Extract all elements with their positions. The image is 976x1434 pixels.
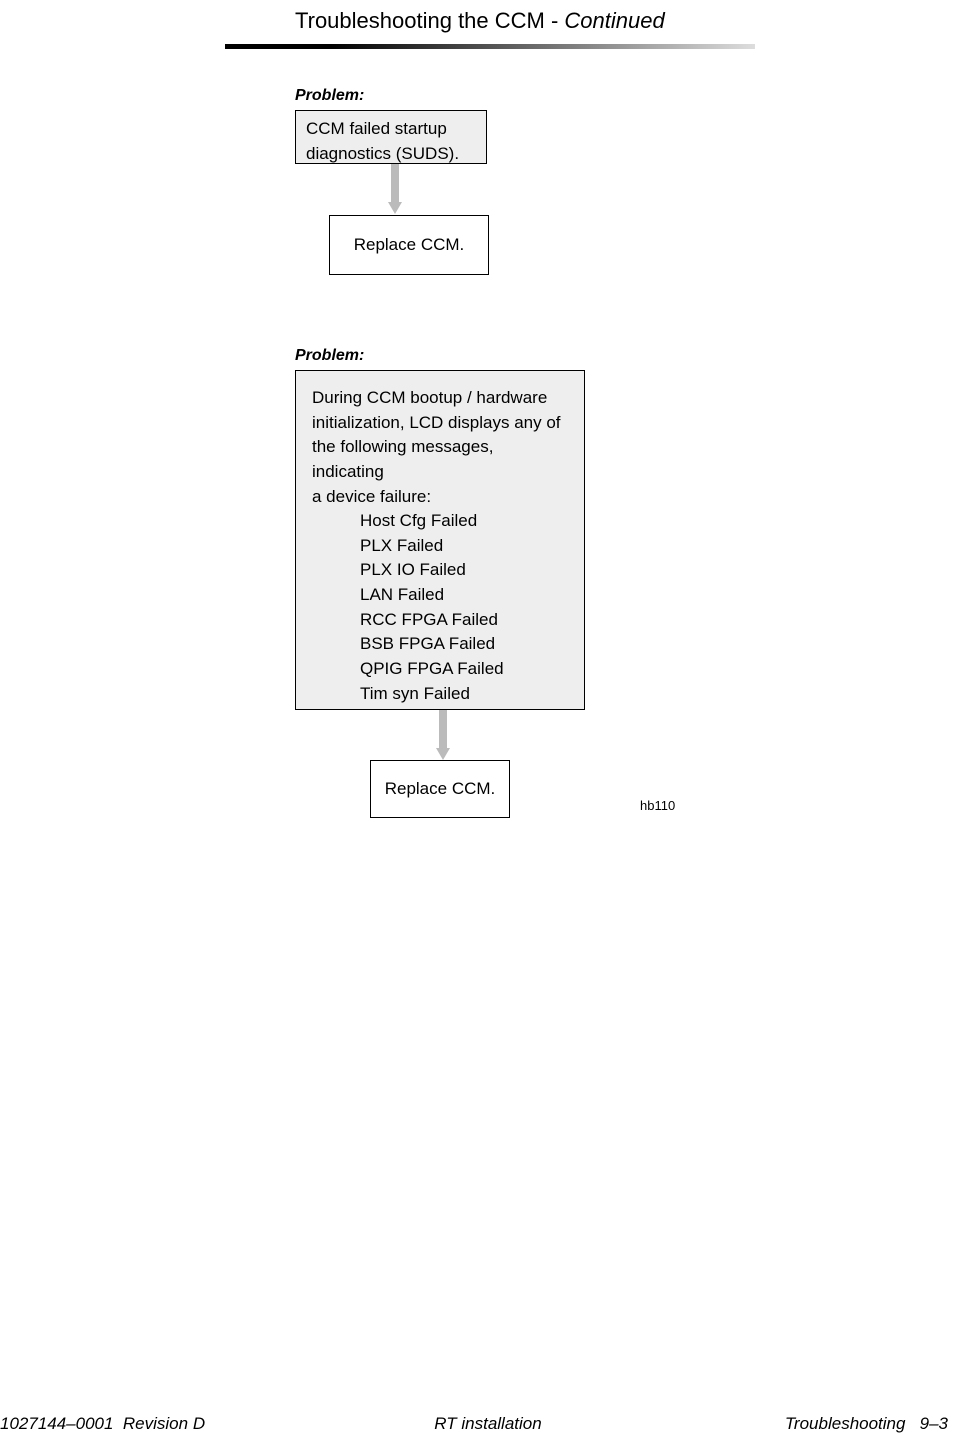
figure-reference: hb110 [640,798,675,813]
action2-box: Replace CCM. [370,760,510,818]
problem2-message-list: Host Cfg Failed PLX Failed PLX IO Failed… [312,509,568,706]
problem2-box: During CCM bootup / hardware initializat… [295,370,585,710]
problem2-message: Host Cfg Failed [360,509,568,534]
problem2-message: LAN Failed [360,583,568,608]
action1-box: Replace CCM. [329,215,489,275]
problem2-intro-line1: During CCM bootup / hardware [312,386,568,411]
arrow-down-icon [388,164,402,216]
problem2-message: RCC FPGA Failed [360,608,568,633]
problem2-message: PLX Failed [360,534,568,559]
title-suffix: Continued [564,8,664,33]
problem1-box: CCM failed startup diagnostics (SUDS). [295,110,487,164]
action1-text: Replace CCM. [354,235,465,255]
problem2-label: Problem: [295,347,364,365]
problem2-message: BSB FPGA Failed [360,632,568,657]
problem2-message: Tim syn Failed [360,682,568,707]
problem2-intro-line3: the following messages, indicating [312,435,568,484]
problem1-text-line1: CCM failed startup [306,117,476,142]
problem1-label: Problem: [295,87,364,105]
arrow-down-icon [436,710,450,762]
problem2-intro-line4: a device failure: [312,485,568,510]
problem1-text-line2: diagnostics (SUDS). [306,142,476,167]
title-rule [225,44,755,49]
action2-text: Replace CCM. [385,779,496,799]
problem2-message: PLX IO Failed [360,558,568,583]
page-title: Troubleshooting the CCM - Continued [295,8,665,34]
problem2-intro-line2: initialization, LCD displays any of [312,411,568,436]
title-prefix: Troubleshooting the CCM - [295,8,564,33]
problem2-message: QPIG FPGA Failed [360,657,568,682]
footer-right: Troubleshooting 9–3 [785,1414,948,1434]
